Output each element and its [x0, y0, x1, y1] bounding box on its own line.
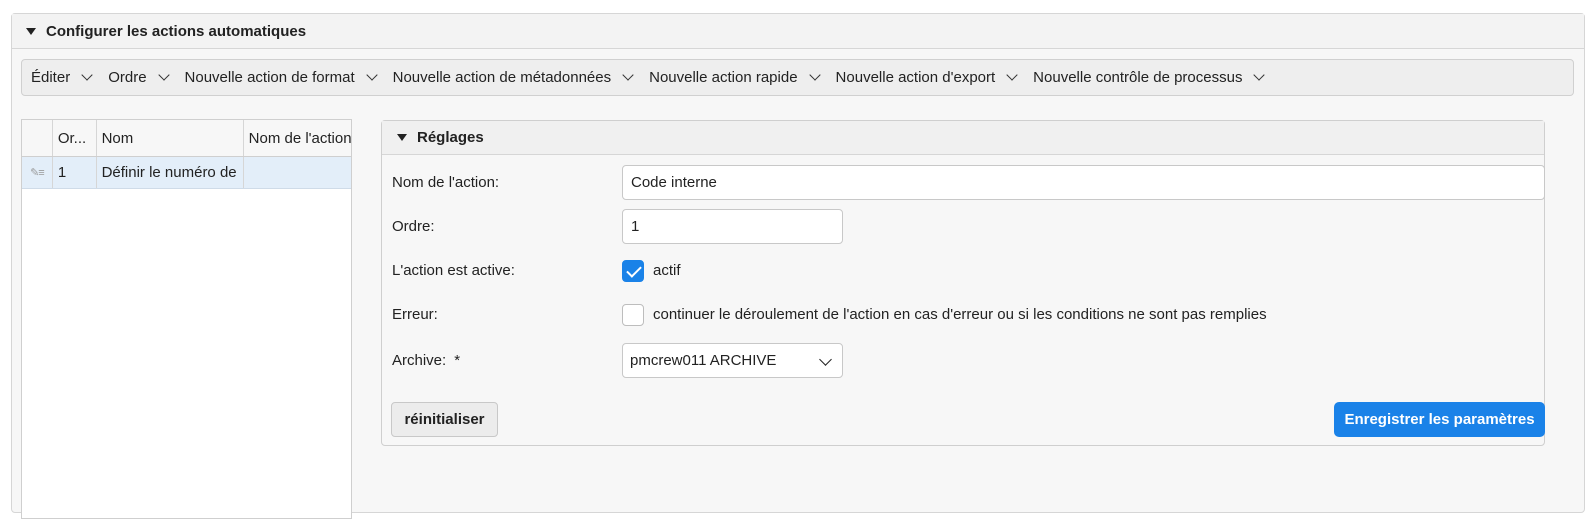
menu-edit[interactable]: Éditer [31, 69, 93, 86]
archive-select[interactable]: pmcrew011 ARCHIVE [622, 343, 843, 378]
reset-button[interactable]: réinitialiser [391, 402, 498, 437]
collapse-triangle-icon [26, 27, 36, 35]
chevron-down-icon [808, 69, 821, 81]
menu-new-quick-action[interactable]: Nouvelle action rapide [649, 69, 821, 86]
menu-new-export-action[interactable]: Nouvelle action d'export [835, 69, 1018, 86]
table-row[interactable]: ✎≡ 1 Définir le numéro de [22, 157, 351, 189]
error-continue-label[interactable]: continuer le déroulement de l'action en … [653, 306, 1267, 323]
column-header-action-name[interactable]: Nom de l'action [244, 120, 351, 156]
order-label: Ordre: [392, 218, 435, 235]
menu-new-quick-action-label: Nouvelle action rapide [649, 69, 798, 86]
menu-order[interactable]: Ordre [108, 69, 170, 86]
archive-select-value: pmcrew011 ARCHIVE [630, 352, 777, 369]
menu-new-format-action-label: Nouvelle action de format [184, 69, 355, 86]
settings-title: Réglages [417, 129, 484, 146]
drag-handle[interactable]: ✎≡ [22, 157, 53, 188]
active-label: L'action est active: [392, 262, 515, 279]
chevron-down-icon [1253, 69, 1266, 81]
menu-new-export-action-label: Nouvelle action d'export [835, 69, 996, 86]
collapse-triangle-icon [397, 134, 407, 141]
menu-new-process-control-label: Nouvelle contrôle de processus [1033, 69, 1243, 86]
chevron-down-icon [819, 353, 832, 366]
column-header-order[interactable]: Or... [53, 120, 97, 156]
chevron-down-icon [365, 69, 378, 81]
action-toolbar: Éditer Ordre Nouvelle action de format N… [21, 59, 1574, 96]
archive-label: Archive: * [392, 352, 460, 369]
chevron-down-icon [81, 69, 93, 81]
list-header: Or... Nom Nom de l'action [22, 120, 351, 157]
chevron-down-icon [1006, 69, 1018, 81]
row-action-name [244, 157, 351, 188]
menu-new-process-control[interactable]: Nouvelle contrôle de processus [1033, 69, 1266, 86]
save-settings-button[interactable]: Enregistrer les paramètres [1334, 402, 1545, 437]
active-checkbox-label[interactable]: actif [653, 262, 681, 279]
action-name-label: Nom de l'action: [392, 174, 500, 191]
action-name-input[interactable] [622, 165, 1545, 200]
required-mark: * [454, 352, 461, 369]
panel-title: Configurer les actions automatiques [46, 22, 307, 40]
settings-panel: Réglages Nom de l'action: Ordre: L'actio… [381, 120, 1545, 446]
order-input[interactable] [622, 209, 843, 244]
archive-label-text: Archive: [392, 352, 447, 369]
column-header-drag [22, 120, 53, 156]
menu-order-label: Ordre [108, 69, 147, 86]
chevron-down-icon [622, 69, 634, 81]
menu-edit-label: Éditer [31, 69, 71, 86]
error-continue-checkbox[interactable] [622, 304, 644, 326]
auto-actions-header[interactable]: Configurer les actions automatiques [12, 14, 1584, 49]
auto-actions-panel: Configurer les actions automatiques Édit… [11, 13, 1585, 519]
actions-list: Or... Nom Nom de l'action ✎≡ 1 Définir l… [21, 119, 352, 519]
column-header-name[interactable]: Nom [97, 120, 244, 156]
row-name: Définir le numéro de [97, 157, 244, 188]
row-order: 1 [53, 157, 97, 188]
menu-new-format-action[interactable]: Nouvelle action de format [184, 69, 378, 86]
chevron-down-icon [157, 69, 170, 81]
settings-header[interactable]: Réglages [382, 121, 1544, 155]
error-label: Erreur: [392, 306, 438, 323]
drag-handle-icon: ✎≡ [30, 167, 45, 179]
menu-new-metadata-action[interactable]: Nouvelle action de métadonnées [392, 69, 634, 86]
active-checkbox[interactable] [622, 260, 644, 282]
menu-new-metadata-action-label: Nouvelle action de métadonnées [392, 69, 612, 86]
